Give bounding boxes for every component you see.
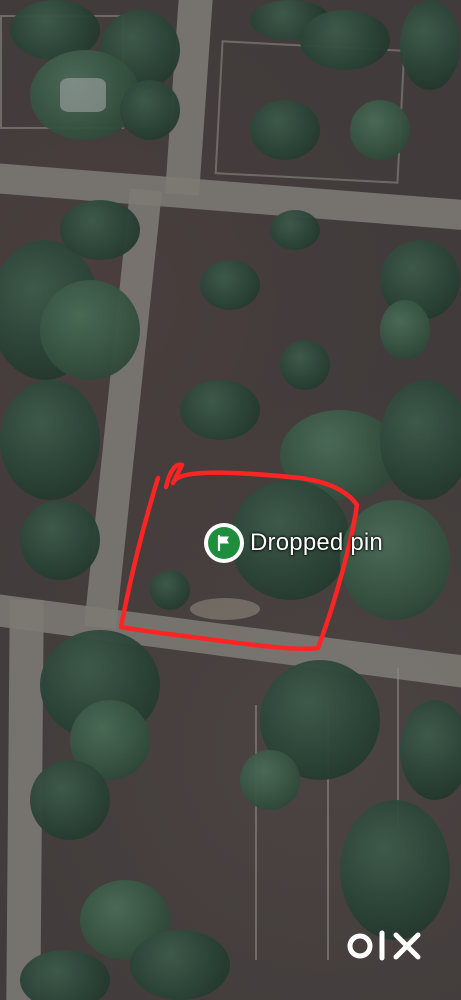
bare-ground xyxy=(190,598,260,620)
dropped-pin-label: Dropped pin xyxy=(250,529,383,556)
tree xyxy=(380,300,430,360)
tree xyxy=(40,280,140,380)
tree xyxy=(300,10,390,70)
tree xyxy=(200,260,260,310)
dropped-pin[interactable]: Dropped pin xyxy=(204,523,383,563)
tree xyxy=(400,700,461,800)
tree xyxy=(380,380,461,500)
flag-icon[interactable] xyxy=(204,523,244,563)
flag-glyph xyxy=(217,534,229,552)
tree xyxy=(400,0,460,90)
tree xyxy=(30,760,110,840)
tree xyxy=(240,750,300,810)
tree xyxy=(350,100,410,160)
tree xyxy=(0,380,100,500)
tree xyxy=(250,100,320,160)
tree xyxy=(60,200,140,260)
tree xyxy=(280,340,330,390)
bare-ground xyxy=(60,78,106,112)
tree xyxy=(150,570,190,610)
tree xyxy=(120,80,180,140)
olx-logo xyxy=(347,930,421,961)
tree xyxy=(340,800,450,940)
satellite-map[interactable]: Dropped pin xyxy=(0,0,461,1000)
tree xyxy=(270,210,320,250)
tree xyxy=(130,930,230,1000)
tree xyxy=(20,950,110,1000)
tree xyxy=(20,500,100,580)
tree xyxy=(180,380,260,440)
